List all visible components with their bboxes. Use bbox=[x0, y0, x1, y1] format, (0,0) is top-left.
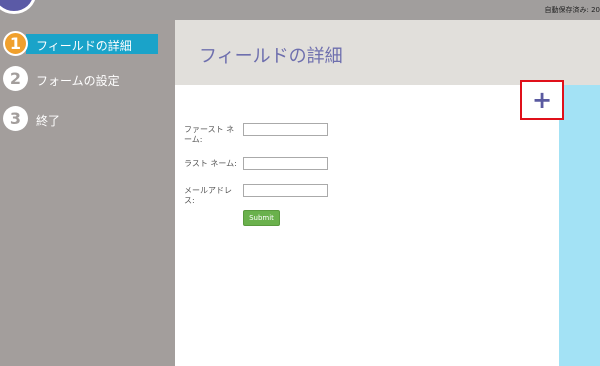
step-label: フォームの設定 bbox=[36, 74, 120, 88]
top-bar: 自動保存済み: 20 bbox=[0, 0, 600, 20]
sidebar: 1 フィールドの詳細 2 フォームの設定 3 終了 bbox=[0, 20, 175, 366]
step-number-badge: 1 bbox=[3, 31, 28, 56]
sidebar-step-form-settings[interactable]: 2 フォームの設定 bbox=[0, 65, 175, 91]
logo-icon bbox=[0, 0, 36, 14]
sidebar-step-finish[interactable]: 3 終了 bbox=[0, 105, 175, 131]
step-number-badge: 3 bbox=[3, 106, 28, 131]
first-name-label: ファースト ネーム: bbox=[184, 125, 235, 144]
page-header: フィールドの詳細 bbox=[175, 20, 600, 85]
email-field[interactable] bbox=[243, 184, 328, 197]
step-label: 終了 bbox=[36, 114, 61, 128]
last-name-field[interactable] bbox=[243, 157, 328, 170]
step-label: フィールドの詳細 bbox=[36, 39, 132, 53]
submit-button[interactable]: Submit bbox=[243, 210, 280, 226]
first-name-field[interactable] bbox=[243, 123, 328, 136]
autosave-status: 自動保存済み: 20 bbox=[544, 6, 600, 14]
email-label: メールアドレス: bbox=[184, 186, 232, 205]
page-title: フィールドの詳細 bbox=[199, 46, 343, 67]
step-number-badge: 2 bbox=[3, 66, 28, 91]
last-name-label: ラスト ネーム: bbox=[184, 159, 237, 168]
sidebar-step-field-details[interactable]: 1 フィールドの詳細 bbox=[0, 30, 175, 56]
add-field-button[interactable]: + bbox=[520, 80, 564, 120]
right-panel bbox=[559, 85, 600, 366]
